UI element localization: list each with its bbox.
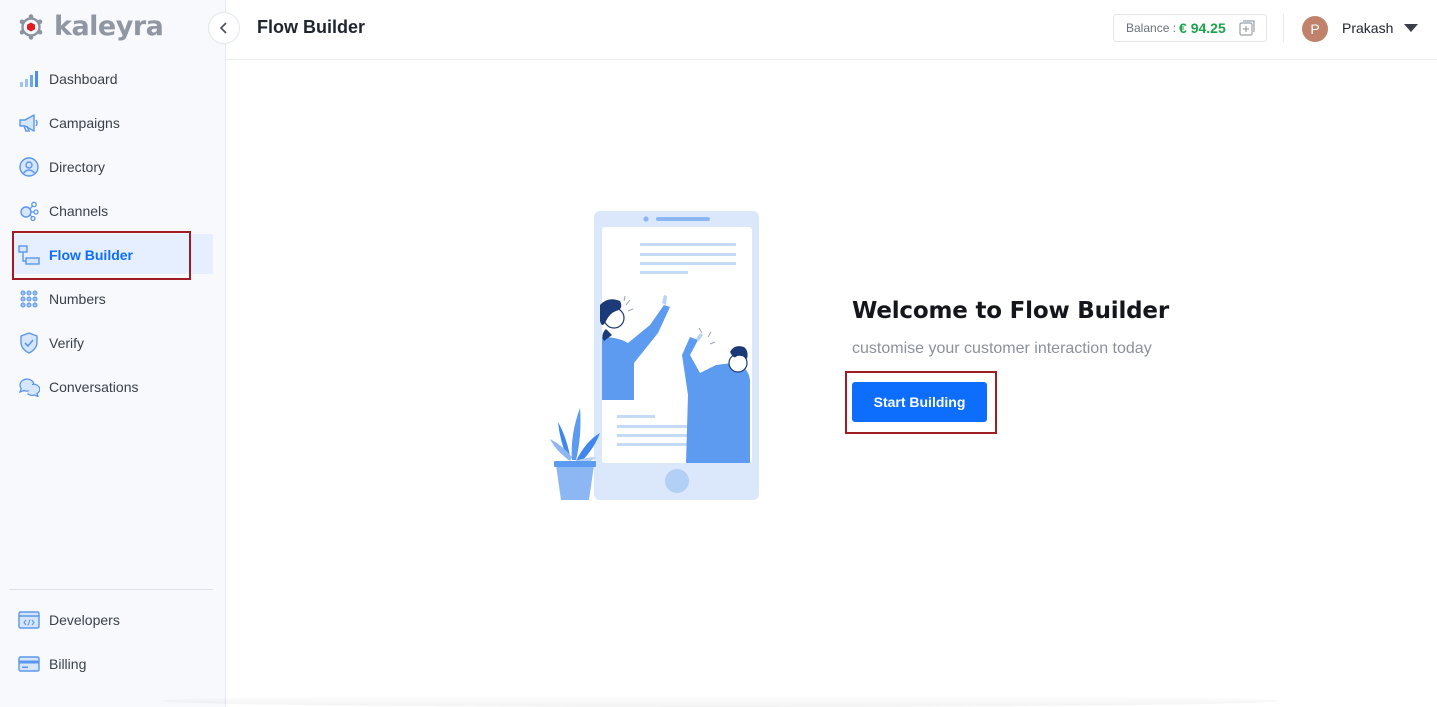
sidebar-item-label: Conversations [49,379,139,395]
sidebar-item-label: Billing [49,656,87,672]
sidebar-item-developers[interactable]: Developers [0,598,226,642]
bottom-shadow [160,695,1280,707]
start-building-button[interactable]: Start Building [852,382,987,422]
sidebar-item-verify[interactable]: Verify [0,321,226,365]
collapse-sidebar-button[interactable] [208,12,240,44]
network-icon [18,200,40,222]
sidebar-nav: Dashboard Campaigns Directory Channels F… [0,57,226,409]
flow-icon [18,244,40,266]
top-header: Flow Builder Balance : € 94.25 P Prakash [226,0,1437,60]
user-name[interactable]: Prakash [1342,20,1393,36]
avatar[interactable]: P [1302,16,1328,42]
sidebar-divider [9,589,213,590]
balance-label: Balance : [1126,21,1177,35]
code-window-icon [18,609,40,631]
balance-widget: Balance : € 94.25 [1113,14,1267,42]
sidebar-bottom-nav: Developers Billing [0,598,226,686]
sidebar-item-label: Flow Builder [49,247,133,263]
sidebar-item-conversations[interactable]: Conversations [0,365,226,409]
sidebar-item-label: Verify [49,335,85,351]
sidebar-item-label: Campaigns [49,115,120,131]
kaleyra-logo-icon [19,14,43,40]
sidebar-item-label: Dashboard [49,71,118,87]
chevron-left-icon [219,22,227,34]
welcome-title: Welcome to Flow Builder [852,298,1169,324]
megaphone-icon [18,112,40,134]
header-separator [1283,14,1284,42]
sidebar-item-flow-builder[interactable]: Flow Builder [0,233,226,277]
kaleyra-logo[interactable]: kaleyra [18,11,164,42]
balance-value: € 94.25 [1179,20,1226,36]
sidebar-item-label: Developers [49,612,120,628]
dialpad-icon [18,288,40,310]
sidebar-item-channels[interactable]: Channels [0,189,226,233]
caret-down-icon[interactable] [1404,24,1418,32]
credit-card-icon [18,653,40,675]
logo-wordmark: kaleyra [54,11,164,42]
sidebar-item-label: Channels [49,203,109,219]
sidebar-item-campaigns[interactable]: Campaigns [0,101,226,145]
sidebar-item-dashboard[interactable]: Dashboard [0,57,226,101]
welcome-subtitle: customise your customer interaction toda… [852,340,1152,357]
shield-icon [18,332,40,354]
sidebar-item-label: Directory [49,159,106,175]
page-title: Flow Builder [257,17,365,37]
sidebar-item-billing[interactable]: Billing [0,642,226,686]
add-balance-icon[interactable] [1239,20,1256,37]
bar-chart-icon [18,68,40,90]
flow-builder-illustration [550,211,759,500]
sidebar-item-numbers[interactable]: Numbers [0,277,226,321]
contact-icon [18,156,40,178]
sidebar-item-label: Numbers [49,291,106,307]
chat-bubbles-icon [18,376,40,398]
sidebar: kaleyra Dashboard Campaigns Directory Ch… [0,0,226,707]
sidebar-item-directory[interactable]: Directory [0,145,226,189]
